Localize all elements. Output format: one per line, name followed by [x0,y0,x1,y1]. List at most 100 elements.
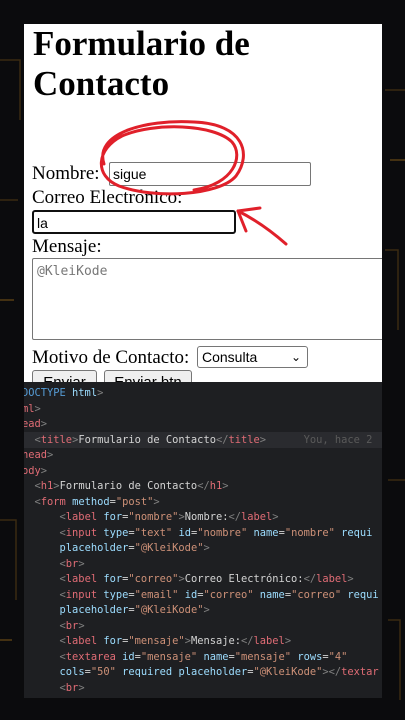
code-token: > [203,604,210,616]
code-token: "mensaje" [234,650,298,663]
code-token: "post" [115,495,154,508]
code-line: <label for="mensaje">Mensaje:</label> [24,634,292,649]
mensaje-label: Mensaje: [32,236,102,257]
code-token: < [24,681,66,694]
code-line: placeholder="@KleiKode"> [24,603,210,618]
code-token: label [65,635,104,647]
code-token: h1 [40,480,54,492]
enviar-btn-button[interactable]: Enviar btn [104,370,192,382]
code-token: </ [228,511,242,523]
code-token: br [65,619,79,632]
code-token: < [34,480,41,492]
code-token: ody [24,464,41,477]
code-token: br [65,681,79,694]
code-token: ead [24,418,41,430]
code-line: head> [24,448,53,463]
code-token: Formulario de Contacto [78,433,216,446]
code-token: input [65,588,104,601]
code-token: Formulario de Contacto [59,480,198,492]
code-token: "text" [134,526,179,539]
nombre-input[interactable]: sigue [109,162,311,186]
code-line: DOCTYPE html> [24,386,103,401]
code-token: "mensaje" [140,650,204,663]
code-token: name [203,650,229,663]
code-token: < [34,433,41,446]
code-token: < [24,588,66,601]
code-token: type [103,526,129,539]
code-token: label [65,573,104,585]
code-token: for [103,635,123,647]
code-line: ml> [24,402,41,417]
code-token: label [316,573,348,585]
code-token: > [78,557,85,570]
code-token: "email" [134,588,185,601]
code-token: required [122,666,179,678]
code-line: <br> [24,557,85,572]
bottom-strip [24,698,382,720]
code-token: id [178,526,191,539]
code-token: "@KleiKode" [253,666,323,678]
code-token: < [24,511,66,523]
code-token: type [103,588,129,601]
code-token: You, hace 2 [266,433,373,446]
code-token: label [241,511,273,523]
code-token: > [40,418,48,430]
code-token: label [65,511,104,523]
code-line: ead> [24,417,47,432]
mensaje-textarea[interactable]: @KleiKode [32,258,382,340]
code-token: label [253,635,285,647]
motivo-select[interactable]: Consulta ⌄ [197,346,308,368]
motivo-selected-value: Consulta [202,349,258,365]
code-line: placeholder="@KleiKode"> [24,541,210,556]
code-token: method [72,495,110,508]
code-token: < [24,526,66,539]
code-token: ></ [322,666,342,678]
code-token: textarea [65,650,123,663]
code-token: > [78,619,85,632]
code-token: name [259,588,285,601]
code-token: "nombre" [197,526,254,539]
code-token: < [24,573,66,585]
code-token: textar [341,666,379,678]
red-arrow-head [236,206,262,233]
code-token: requi [347,588,379,601]
code-token: cols [59,666,85,678]
code-line: ody> [24,464,47,479]
code-token: "correo" [203,588,260,601]
code-token: form [40,495,73,508]
code-token: "correo" [128,573,179,585]
code-token: title [40,433,73,446]
code-token: requi [341,526,373,539]
code-token: id [184,588,198,601]
code-token: > [97,387,104,399]
code-token: > [40,464,48,477]
code-token: title [228,433,260,446]
code-token: placeholder [59,604,129,616]
code-token: "50" [90,666,123,678]
code-token: "nombre" [284,526,342,539]
code-token: input [65,526,104,539]
code-token: "4" [328,650,348,663]
code-token: head [24,449,48,461]
code-line: <br> [24,619,85,634]
correo-label: Correo Electrónico: [32,187,183,208]
code-token: < [24,635,66,647]
enviar-button[interactable]: Enviar [32,370,97,382]
code-line: <label for="nombre">Nombre:</label> [24,510,279,525]
code-token: </ [303,573,317,585]
code-line: <title>Formulario de Contacto</title> Yo… [24,433,373,448]
page-title: Formulario de Contacto [33,24,363,104]
code-token: </ [215,433,229,446]
code-token: h1 [209,480,223,492]
code-token: ml [24,402,35,415]
code-token: Nombre: [184,511,229,523]
correo-input[interactable]: la [32,210,236,234]
motivo-label: Motivo de Contacto: [32,347,190,368]
chevron-down-icon: ⌄ [290,350,301,364]
code-token: placeholder [178,666,248,678]
page-title-line2: Contacto [33,64,170,103]
code-line: cols="50" required placeholder="@KleiKod… [24,665,379,680]
code-line: <input type="email" id="correo" name="co… [24,588,379,603]
code-line: <textarea id="mensaje" name="mensaje" ro… [24,650,348,665]
